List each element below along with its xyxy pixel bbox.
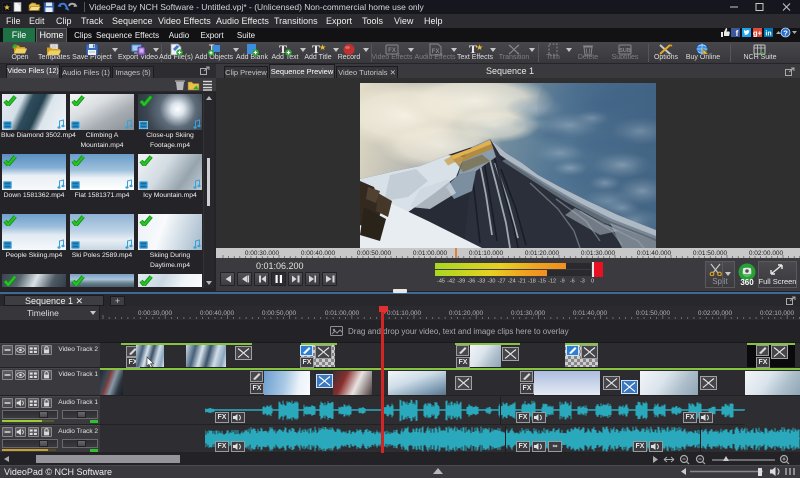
svg-text:0:01:10,000: 0:01:10,000 <box>387 310 422 317</box>
svg-text:-39: -39 <box>457 279 465 285</box>
svg-text:0:00:40,000: 0:00:40,000 <box>200 310 235 317</box>
svg-text:0:01:20,000: 0:01:20,000 <box>449 310 484 317</box>
svg-text:-42: -42 <box>447 279 455 285</box>
svg-text:?: ? <box>783 29 788 38</box>
svg-text:0:02:10,000: 0:02:10,000 <box>760 310 795 317</box>
svg-text:FX: FX <box>432 49 440 55</box>
svg-text:★: ★ <box>476 43 483 52</box>
svg-text:-30: -30 <box>488 279 496 285</box>
svg-text:-12: -12 <box>548 279 556 285</box>
svg-text:0:00:50,000: 0:00:50,000 <box>262 310 297 317</box>
svg-text:-27: -27 <box>498 279 506 285</box>
svg-text:0:02:00,000: 0:02:00,000 <box>698 310 733 317</box>
svg-text:0:01:50,000: 0:01:50,000 <box>636 310 671 317</box>
svg-text:-33: -33 <box>477 279 485 285</box>
svg-text:0:00:50.000: 0:00:50.000 <box>357 250 392 257</box>
svg-text:0:00:40.000: 0:00:40.000 <box>301 250 336 257</box>
svg-text:0:01:40.000: 0:01:40.000 <box>637 250 672 257</box>
svg-text:360: 360 <box>740 278 754 287</box>
svg-text:0:00:30,000: 0:00:30,000 <box>138 310 173 317</box>
svg-text:★: ★ <box>319 43 326 52</box>
svg-text:0:01:40,000: 0:01:40,000 <box>573 310 608 317</box>
svg-text:in: in <box>765 31 771 38</box>
svg-text:0: 0 <box>591 279 594 285</box>
svg-text:0:01:30,000: 0:01:30,000 <box>511 310 546 317</box>
svg-text:-3: -3 <box>580 279 585 285</box>
svg-text:SUB: SUB <box>619 48 631 54</box>
svg-text:-36: -36 <box>467 279 475 285</box>
svg-text:-24: -24 <box>508 279 516 285</box>
svg-text:0:01:50.000: 0:01:50.000 <box>693 250 728 257</box>
svg-text:-21: -21 <box>518 279 526 285</box>
svg-text:0:01:00,000: 0:01:00,000 <box>325 310 360 317</box>
svg-text:0:01:00.000: 0:01:00.000 <box>413 250 448 257</box>
svg-text:0:02:00.000: 0:02:00.000 <box>749 250 784 257</box>
svg-text:f: f <box>736 29 739 38</box>
svg-text:-45: -45 <box>437 279 445 285</box>
svg-text:-18: -18 <box>528 279 536 285</box>
svg-text:★: ★ <box>3 3 10 12</box>
svg-text:-6: -6 <box>570 279 575 285</box>
svg-text:-9: -9 <box>560 279 565 285</box>
svg-text:0:01:30.000: 0:01:30.000 <box>581 250 616 257</box>
svg-text:0:01:10.000: 0:01:10.000 <box>469 250 504 257</box>
svg-text:FX: FX <box>388 48 396 54</box>
svg-text:-15: -15 <box>538 279 546 285</box>
svg-text:0:01:20.000: 0:01:20.000 <box>525 250 560 257</box>
svg-text:g+: g+ <box>753 29 763 38</box>
svg-text:0:00:30.000: 0:00:30.000 <box>245 250 280 257</box>
